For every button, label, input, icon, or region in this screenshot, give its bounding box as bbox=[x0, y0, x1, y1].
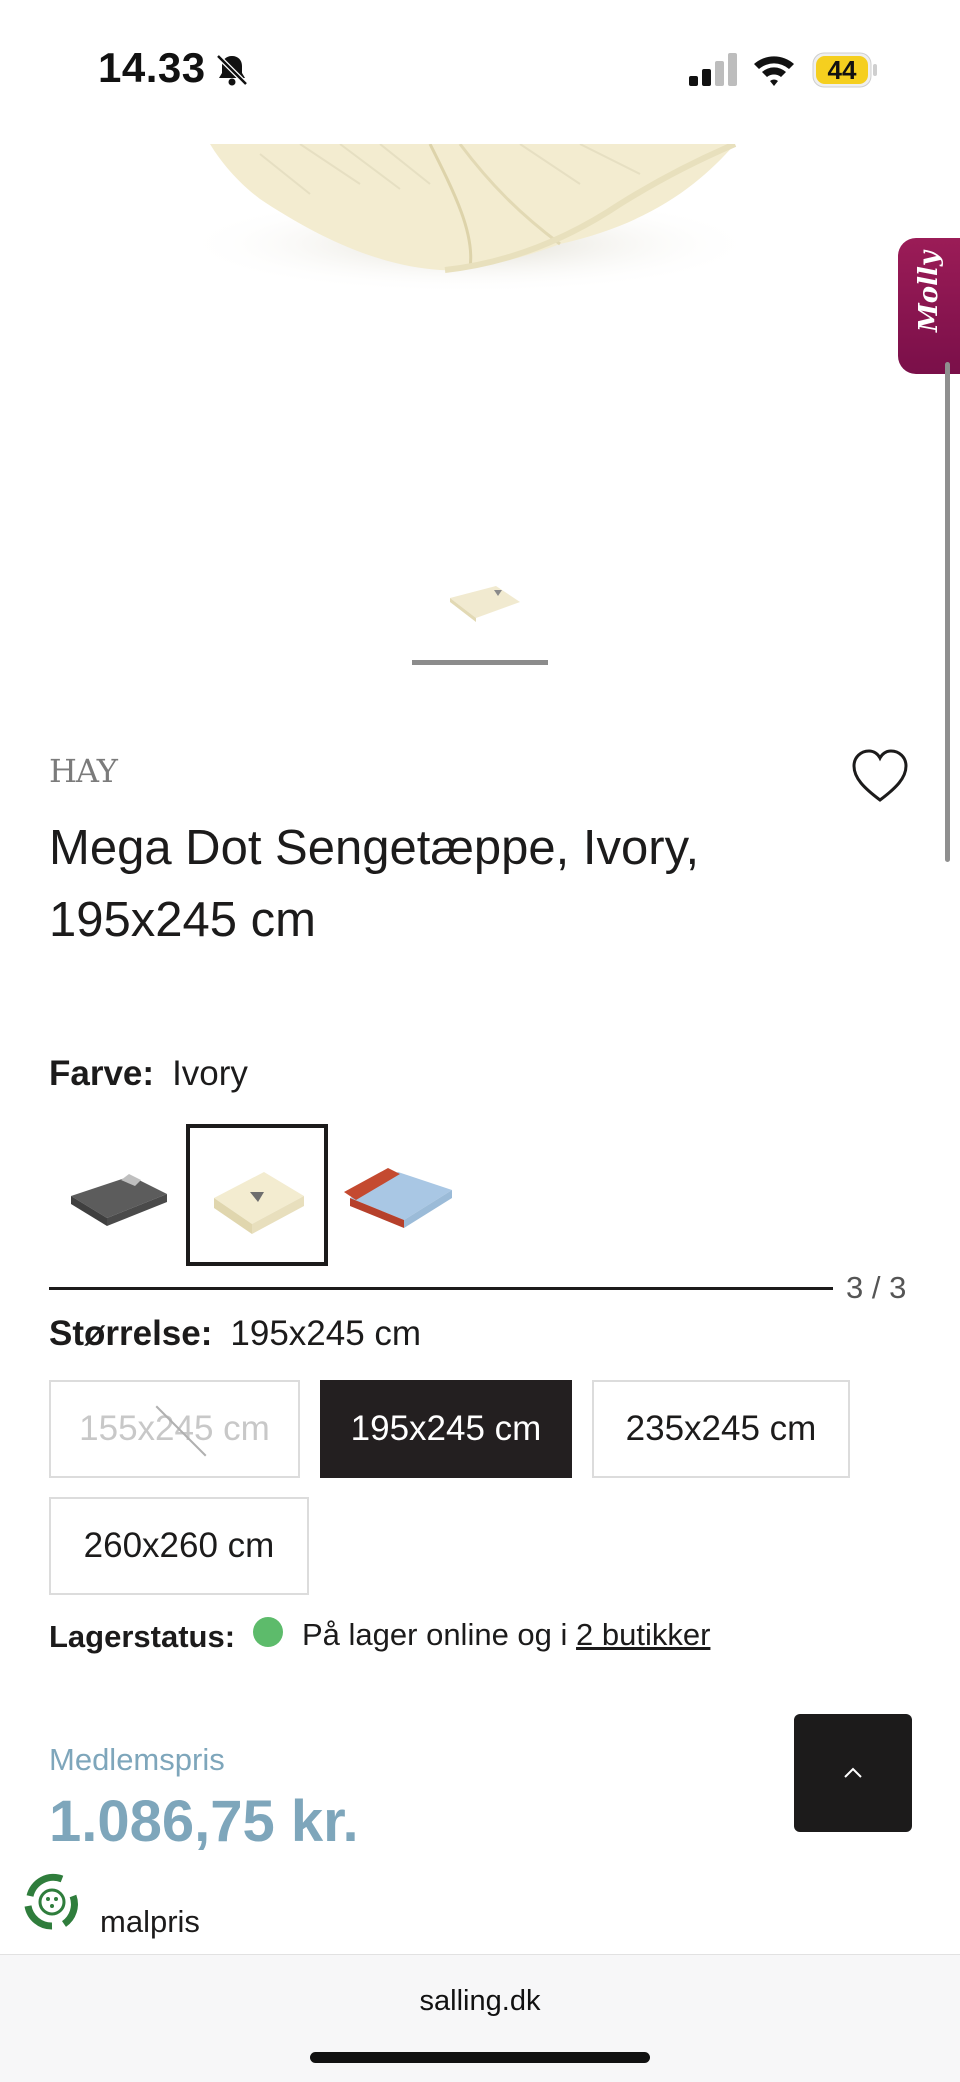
product-image[interactable] bbox=[0, 144, 960, 504]
size-value: 195x245 cm bbox=[230, 1314, 422, 1353]
molly-tab-label: Molly bbox=[914, 251, 944, 332]
stock-status-label: Lagerstatus: bbox=[49, 1619, 236, 1654]
size-label: Størrelse: bbox=[49, 1314, 213, 1353]
chevron-up-icon bbox=[844, 1767, 862, 1778]
normal-price-label: malpris bbox=[100, 1904, 200, 1939]
battery-level: 44 bbox=[816, 56, 868, 84]
status-time: 14.33 bbox=[98, 44, 206, 91]
wifi-icon bbox=[754, 56, 794, 86]
brand-name[interactable]: HAY bbox=[49, 752, 118, 790]
product-title: Mega Dot Sengetæppe, Ivory, 195x245 cm bbox=[49, 821, 700, 947]
stock-text: På lager online og i bbox=[302, 1617, 577, 1652]
size-option[interactable]: 260x260 cm bbox=[49, 1497, 309, 1595]
back-to-top-button[interactable] bbox=[794, 1714, 912, 1832]
size-option-label: 155x245 cm bbox=[79, 1409, 270, 1448]
heart-icon[interactable] bbox=[850, 748, 910, 804]
bell-slash-icon bbox=[216, 54, 248, 86]
member-price: 1.086,75 kr. bbox=[49, 1789, 359, 1854]
size-option-selected[interactable]: 195x245 cm bbox=[320, 1380, 572, 1478]
color-value: Ivory bbox=[172, 1054, 248, 1093]
color-label: Farve: bbox=[49, 1054, 155, 1093]
thumbnail-active-indicator bbox=[412, 660, 548, 665]
stock-status-dot bbox=[253, 1617, 283, 1647]
molly-assistant-tab[interactable]: Molly bbox=[898, 238, 960, 374]
battery-icon: 44 bbox=[812, 52, 880, 88]
size-option-label: 260x260 cm bbox=[83, 1526, 275, 1565]
scrollbar[interactable] bbox=[945, 362, 950, 862]
size-option-label: 195x245 cm bbox=[350, 1409, 542, 1448]
color-swatch-grey[interactable] bbox=[49, 1124, 191, 1266]
image-thumbnail[interactable] bbox=[436, 568, 532, 632]
swatch-counter: 3 / 3 bbox=[846, 1270, 907, 1305]
size-option-unavailable[interactable]: 155x245 cm bbox=[49, 1380, 300, 1478]
color-swatch-red-blue[interactable] bbox=[328, 1124, 470, 1266]
home-indicator[interactable] bbox=[310, 2052, 650, 2063]
size-selector-label: Størrelse: 195x245 cm bbox=[49, 1314, 421, 1354]
color-swatch-ivory[interactable] bbox=[186, 1124, 328, 1266]
member-price-label: Medlemspris bbox=[49, 1742, 225, 1777]
size-option[interactable]: 235x245 cm bbox=[592, 1380, 850, 1478]
url-text[interactable]: salling.dk bbox=[0, 1985, 960, 2018]
signal-icon bbox=[689, 53, 737, 86]
swatch-scroll-track bbox=[49, 1287, 833, 1290]
recycle-icon[interactable] bbox=[16, 1866, 88, 1938]
stock-status-text: På lager online og i 2 butikker bbox=[302, 1617, 710, 1653]
stores-link[interactable]: 2 butikker bbox=[576, 1617, 710, 1652]
size-option-label: 235x245 cm bbox=[625, 1409, 817, 1448]
color-selector-label: Farve: Ivory bbox=[49, 1054, 248, 1094]
browser-address-bar[interactable]: salling.dk bbox=[0, 1954, 960, 2082]
